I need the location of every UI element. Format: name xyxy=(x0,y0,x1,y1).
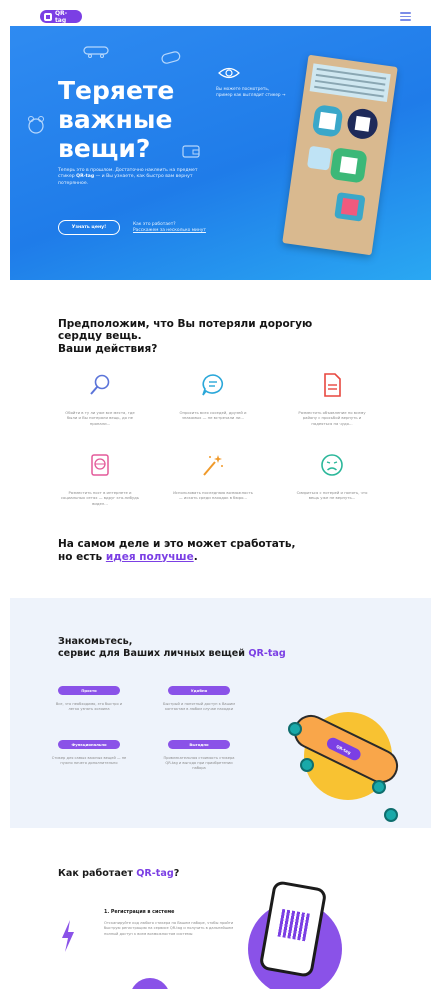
feature-text: Быстрый и понятный доступ к Вашим контак… xyxy=(163,702,235,711)
action-item-text: Смириться с потерей и понять, что вещь у… xyxy=(296,490,368,501)
sticker-example-link[interactable]: Вы можете посмотреть, пример как выгляди… xyxy=(216,86,286,97)
skateboard-doodle-icon xyxy=(83,46,109,58)
sad-face-icon xyxy=(321,454,343,476)
chat-icon xyxy=(202,374,224,396)
action-item-text: Разместить пост в интернете и социальных… xyxy=(60,490,140,506)
feature-pill: Удобно xyxy=(168,686,230,695)
step-text: Отсканируйте код любого стикера на Вашем… xyxy=(104,921,234,936)
lightning-icon xyxy=(62,920,74,952)
how-section-title: Как работает QR-tag? xyxy=(58,868,180,879)
feature-text: Стикер для самых важных вещей — не нужно… xyxy=(51,756,127,765)
feature-text: Привлекательная стоимость стикера QR-tag… xyxy=(163,756,235,770)
how-link[interactable]: Расскажем за несколько минут xyxy=(133,228,206,234)
feature-pill: Выгодно xyxy=(168,740,230,749)
top-bar: QR-tag xyxy=(0,0,431,26)
hero-title: Теряете важные вещи? xyxy=(58,76,175,163)
action-item: Смириться с потерей и понять, что вещь у… xyxy=(292,452,372,501)
action-item: Использовать последнюю возможность — иск… xyxy=(173,452,253,501)
action-item: Разместить объявление по всему району с … xyxy=(292,372,372,426)
better-idea-text: На самом деле и это может сработать, но … xyxy=(58,538,296,563)
action-item-text: Использовать последнюю возможность — иск… xyxy=(173,490,253,501)
teddy-doodle-icon xyxy=(28,116,44,134)
page: QR-tag Теряете важные вещи? Теперь это в… xyxy=(0,0,431,989)
document-icon xyxy=(324,373,341,397)
wheel xyxy=(384,808,398,822)
how-it-works: Как это работает? Расскажем за несколько… xyxy=(133,222,206,234)
pill-doodle-icon xyxy=(161,51,181,64)
purple-circle-decor xyxy=(130,978,170,989)
globe-icon xyxy=(91,454,109,476)
wheel xyxy=(288,722,302,736)
action-item-text: Обойти в ту ли уже все места, где были и… xyxy=(65,410,135,426)
meet-section-title: Знакомьтесь, сервис для Ваших личных вещ… xyxy=(58,636,286,659)
better-idea-link[interactable]: идея получше xyxy=(106,551,194,563)
qr-logo-icon xyxy=(44,12,52,21)
feature-pill: Функционально xyxy=(58,740,120,749)
feature-pill: Просто xyxy=(58,686,120,695)
action-item-text: Опросить всех соседей, друзей и знакомых… xyxy=(179,410,247,421)
magnifier-icon xyxy=(90,374,110,395)
action-item: Обойти в ту ли уже все места, где были и… xyxy=(60,372,140,426)
qr-code-icon xyxy=(277,908,310,942)
hero-section: Теряете важные вещи? Теперь это в прошло… xyxy=(10,26,431,280)
step-title: 1. Регистрация в системе xyxy=(104,910,175,915)
menu-icon[interactable] xyxy=(400,12,411,21)
lost-section-title: Предположим, что Вы потеряли дорогую сер… xyxy=(58,318,313,355)
action-item-text: Разместить объявление по всему району с … xyxy=(298,410,366,426)
get-price-button[interactable]: Узнать цену! xyxy=(58,220,120,235)
logo[interactable]: QR-tag xyxy=(40,9,82,24)
action-item: Опросить всех соседей, друзей и знакомых… xyxy=(173,372,253,421)
eye-icon xyxy=(218,67,240,79)
wheel xyxy=(300,758,314,772)
magic-wand-icon xyxy=(203,455,223,476)
sticker-sheet-image xyxy=(282,54,398,256)
logo-text: QR-tag xyxy=(54,9,68,24)
feature-text: Все, что необходимо, это быстро и легко … xyxy=(55,702,123,711)
hero-subtitle: Теперь это в прошлом. Достаточно наклеит… xyxy=(58,168,198,186)
board-qr-tag: QR-tag xyxy=(324,735,363,763)
action-item: Разместить пост в интернете и социальных… xyxy=(60,452,140,506)
wheel xyxy=(372,780,386,794)
